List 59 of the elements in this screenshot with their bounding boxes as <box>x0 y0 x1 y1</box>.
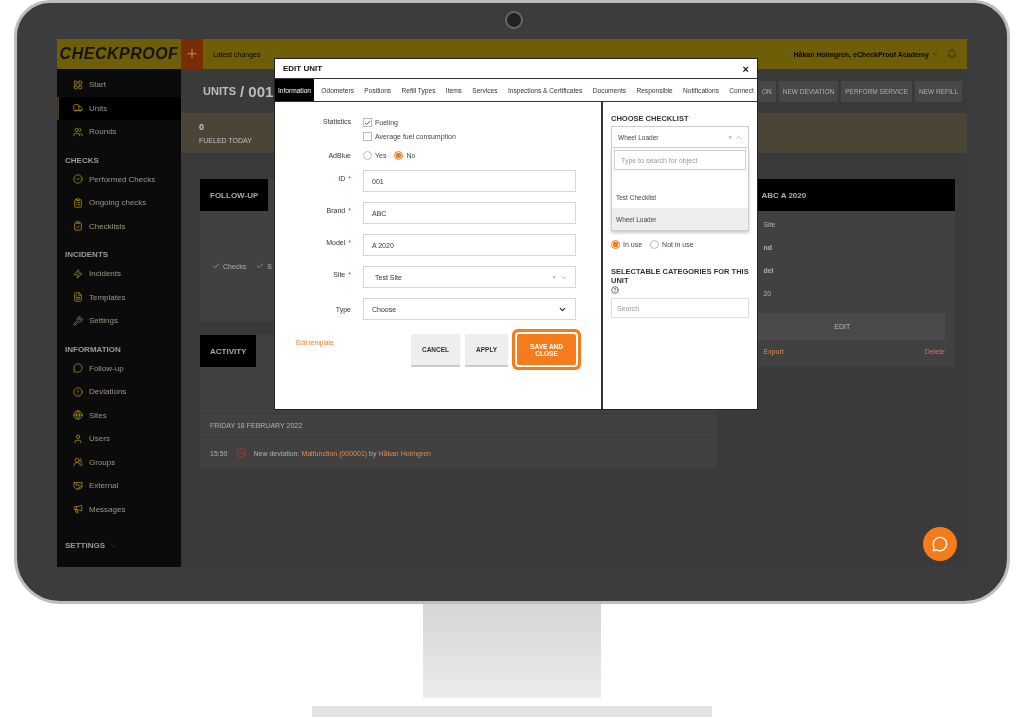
chevron-icon <box>560 273 567 281</box>
logo: CHECKPROOF <box>58 45 180 63</box>
people-icon <box>73 126 83 137</box>
sidebar-item[interactable]: Start <box>57 73 181 97</box>
bell-icon[interactable] <box>947 49 957 59</box>
dialog-title: EDIT UNIT <box>283 64 323 73</box>
sidebar-item[interactable]: Templates <box>57 285 181 309</box>
sidebar-item[interactable]: External <box>57 474 181 498</box>
caret-icon <box>109 542 117 550</box>
page-title: / 001. <box>240 82 278 100</box>
radio-button[interactable] <box>611 240 620 249</box>
section-heading: INFORMATION <box>64 343 122 356</box>
sidebar-item[interactable]: Users <box>57 427 181 451</box>
camera-icon <box>505 11 523 29</box>
user-icon <box>73 433 83 444</box>
card-tab[interactable]: ACTIVITY <box>200 335 257 367</box>
sidebar-item[interactable]: Units <box>57 96 181 120</box>
sidebar-item[interactable]: Rounds <box>57 120 181 144</box>
radio-button[interactable] <box>363 151 372 160</box>
alert-icon <box>73 386 83 397</box>
caret-icon <box>735 133 742 141</box>
truck-icon <box>73 103 83 114</box>
bolt-icon <box>73 268 83 279</box>
sidebar-item[interactable]: Follow-up <box>57 356 181 380</box>
card-tab[interactable]: FOLLOW-UP <box>200 179 269 211</box>
clipboard-check-icon <box>73 221 83 232</box>
help-icon[interactable] <box>611 286 619 294</box>
sidebar-item[interactable]: Incidents <box>57 262 181 286</box>
wrench-icon <box>73 315 83 326</box>
caret-icon <box>931 50 939 58</box>
section-heading: INCIDENTS <box>64 249 110 261</box>
close-button[interactable]: × <box>742 62 749 75</box>
stat-value: 0 <box>199 122 204 132</box>
group-icon <box>73 457 83 468</box>
megaphone-icon <box>73 504 83 515</box>
grid-icon <box>73 79 83 90</box>
handshake-icon <box>73 480 83 491</box>
clipboard-icon <box>73 197 83 208</box>
sidebar-item[interactable]: Messages <box>57 497 181 521</box>
sidebar-item[interactable]: Settings <box>57 309 181 333</box>
settings-menu[interactable]: SETTINGS <box>65 541 105 550</box>
chat-icon <box>73 363 83 374</box>
sidebar-item[interactable]: Ongoing checks <box>57 191 181 215</box>
radio-button[interactable] <box>650 240 660 249</box>
globe-icon <box>73 410 83 421</box>
check-circle-icon <box>73 174 83 185</box>
section-heading: CHECKS <box>64 154 100 167</box>
checkbox[interactable] <box>363 132 372 141</box>
sidebar-item[interactable]: Sites <box>57 403 181 427</box>
chat-icon <box>932 536 948 552</box>
page-section: UNITS <box>203 85 236 97</box>
document-icon <box>73 292 83 303</box>
sidebar-item[interactable]: Deviations <box>57 380 181 404</box>
checkbox[interactable] <box>363 118 372 127</box>
chat-button[interactable] <box>923 527 957 561</box>
sidebar-item[interactable]: Checklists <box>57 214 181 238</box>
sidebar-item[interactable]: Groups <box>57 450 181 474</box>
radio-button[interactable] <box>394 151 404 160</box>
sidebar-item[interactable]: Performed Checks <box>57 167 181 191</box>
